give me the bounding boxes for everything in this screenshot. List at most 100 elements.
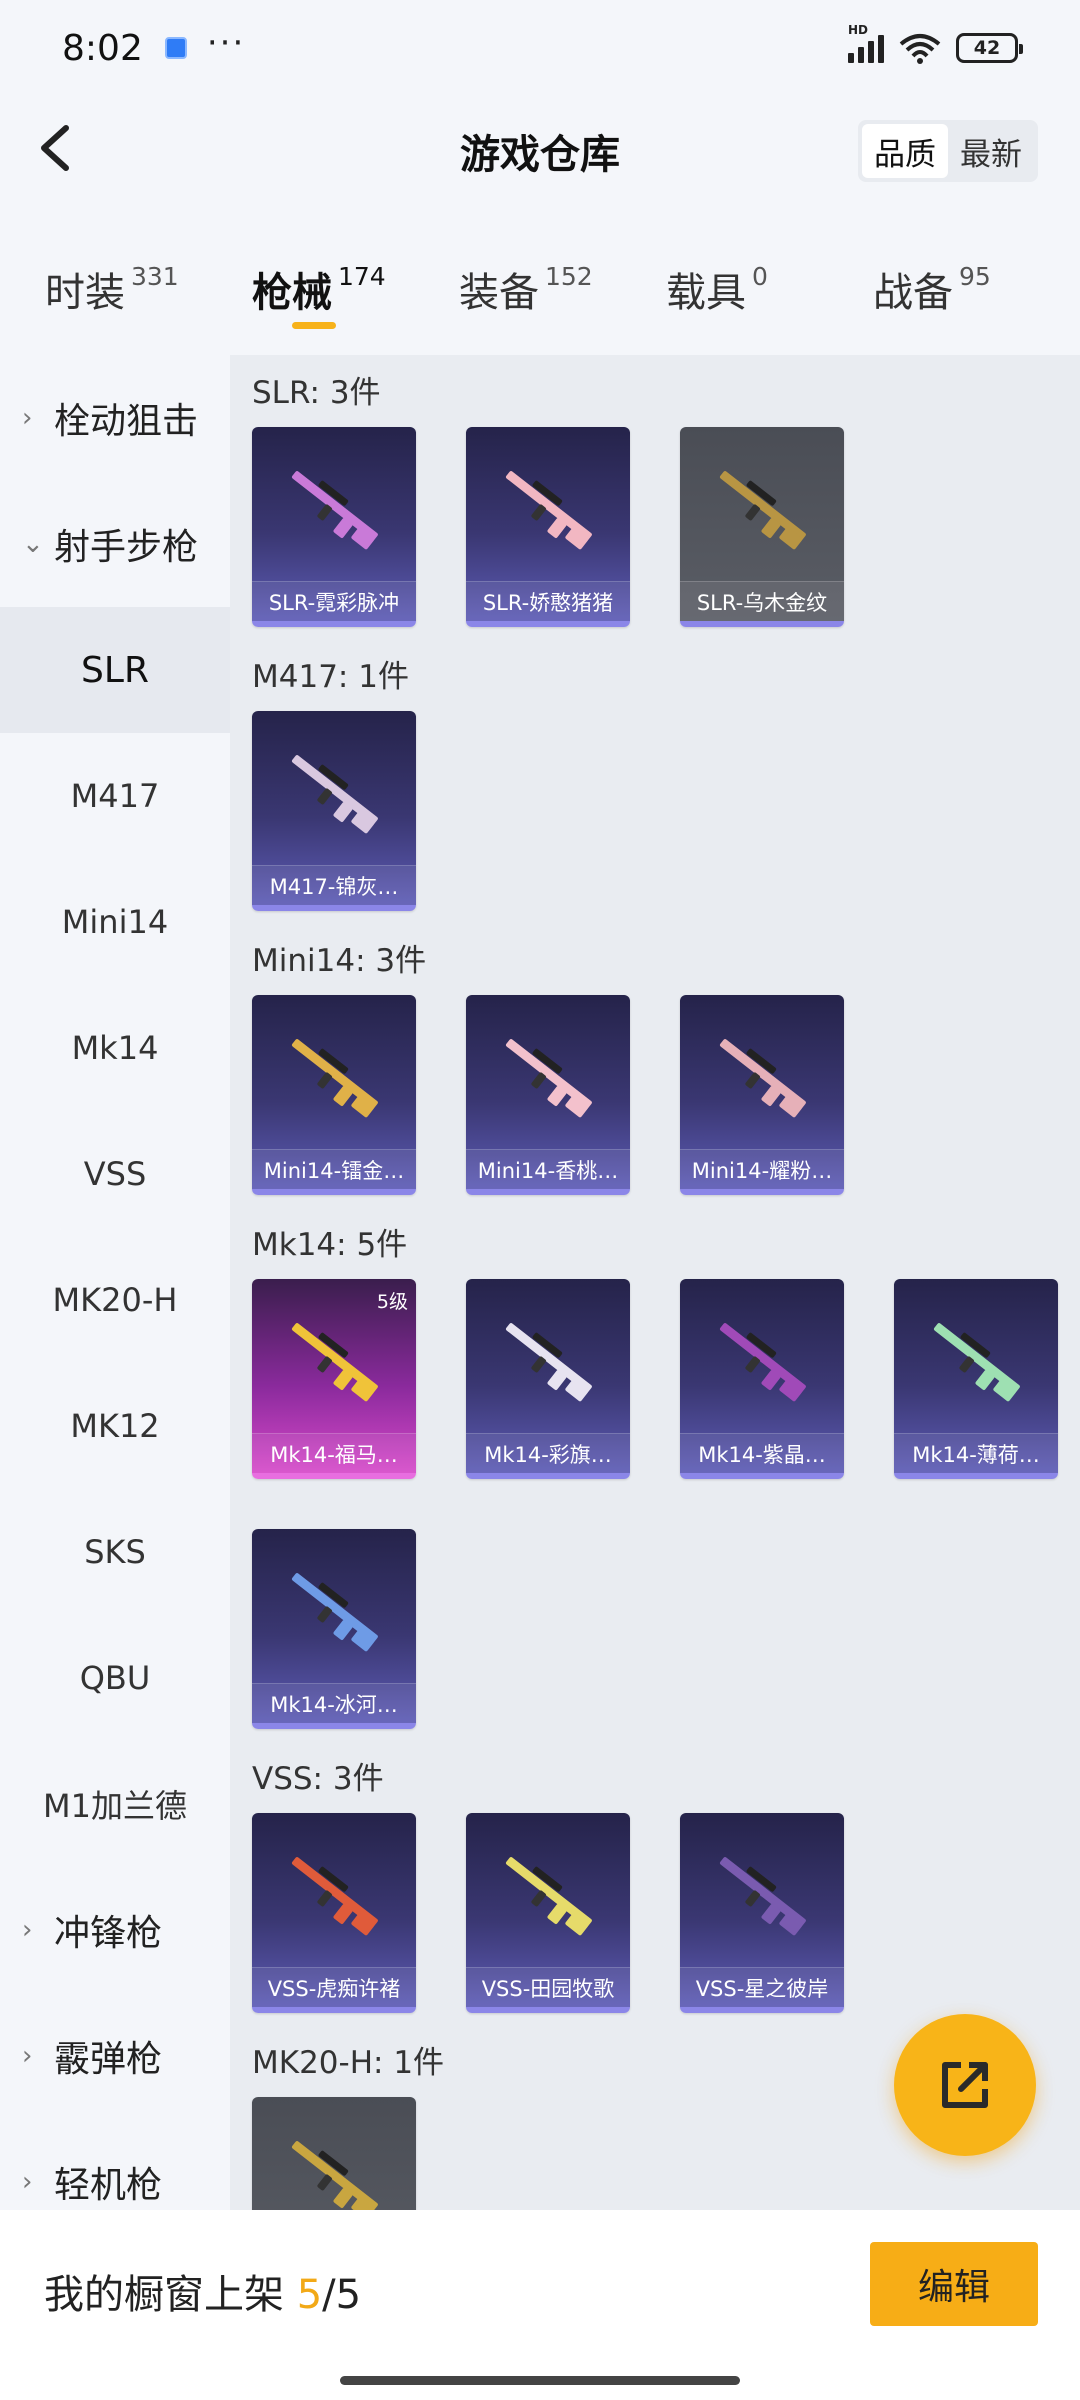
tab-count: 0 xyxy=(752,262,768,291)
weapon-skin-card[interactable]: SLR-霓彩脉冲 xyxy=(252,427,416,627)
weapon-skin-name: SLR-霓彩脉冲 xyxy=(252,581,416,621)
weapon-skin-card[interactable]: Mk14-薄荷… xyxy=(894,1279,1058,1479)
tab-count: 331 xyxy=(131,262,179,291)
tab-label: 装备 xyxy=(459,270,539,316)
sidebar-category[interactable]: ⌄ 射手步枪 xyxy=(0,481,230,607)
tab-label: 载具 xyxy=(666,270,746,316)
sort-quality-button[interactable]: 品质 xyxy=(862,124,948,178)
sidebar-item[interactable]: Mini14 xyxy=(0,859,230,985)
back-icon[interactable] xyxy=(28,118,88,178)
rifle-icon xyxy=(291,755,378,834)
tab-vehicles[interactable]: 载具 0 xyxy=(666,236,873,346)
sidebar-item[interactable]: QBU xyxy=(0,1615,230,1741)
page-header: 游戏仓库 品质 最新 xyxy=(0,96,1080,206)
group-title: MK20-H: 1件 xyxy=(252,2045,445,2081)
weapon-type-sidebar: › 栓动狙击 ⌄ 射手步枪 SLR M417 Mini14 Mk14 VSS MK20-H MK12… xyxy=(0,355,230,2210)
sidebar-item-label: M1加兰德 xyxy=(43,1787,187,1825)
page-title: 游戏仓库 xyxy=(460,132,620,178)
tab-equipment[interactable]: 装备 152 xyxy=(459,236,666,346)
sidebar-item-label: MK12 xyxy=(70,1407,160,1445)
tab-supplies[interactable]: 战备 95 xyxy=(873,236,1080,346)
rifle-icon xyxy=(505,471,592,550)
sidebar-category[interactable]: › 栓动狙击 xyxy=(0,355,230,481)
weapon-skin-name: Mk14-冰河… xyxy=(252,1683,416,1723)
weapon-skin-card[interactable]: Mini14-耀粉… xyxy=(680,995,844,1195)
sidebar-item[interactable]: MK12 xyxy=(0,1363,230,1489)
weapon-skin-card[interactable]: Mini14-香桃… xyxy=(466,995,630,1195)
weapon-skin-name: Mk14-紫晶… xyxy=(680,1433,844,1473)
weapon-skin-name: SLR-乌木金纹 xyxy=(680,581,844,621)
network-type: HD xyxy=(848,23,869,37)
sidebar-item-label: M417 xyxy=(70,777,160,815)
weapon-skin-card[interactable]: SLR-乌木金纹 xyxy=(680,427,844,627)
weapon-skin-name: Mini14-香桃… xyxy=(466,1149,630,1189)
share-button[interactable] xyxy=(894,2014,1036,2156)
tab-costume[interactable]: 时装 331 xyxy=(45,236,252,346)
app-notification-icon xyxy=(164,37,187,59)
rifle-icon xyxy=(933,1323,1020,1402)
tab-count: 95 xyxy=(959,262,991,291)
tab-label: 战备 xyxy=(873,270,953,316)
showcase-status: 我的橱窗上架 5/5 xyxy=(44,2262,361,2320)
showcase-total: /5 xyxy=(322,2272,362,2318)
weapon-skin-name: VSS-星之彼岸 xyxy=(680,1967,844,2007)
rifle-icon xyxy=(291,471,378,550)
weapon-skin-name: Mk14-薄荷… xyxy=(894,1433,1058,1473)
tab-firearms[interactable]: 枪械 174 xyxy=(252,236,459,346)
showcase-current: 5 xyxy=(296,2272,323,2318)
sidebar-item[interactable]: SKS xyxy=(0,1489,230,1615)
more-notifications-icon: ··· xyxy=(206,23,246,63)
rifle-icon xyxy=(719,1039,806,1118)
weapon-skin-card[interactable]: VSS-田园牧歌 xyxy=(466,1813,630,2013)
rifle-icon xyxy=(291,2141,378,2210)
weapon-skin-card[interactable]: Mini14-镭金… xyxy=(252,995,416,1195)
rifle-icon xyxy=(719,1323,806,1402)
chevron-down-icon: ⌄ xyxy=(22,529,44,559)
sidebar-item-label: MK20-H xyxy=(52,1281,178,1319)
weapon-skin-card[interactable]: M417-锦灰… xyxy=(252,711,416,911)
weapon-skin-card[interactable]: Mk14-冰河… xyxy=(252,1529,416,1729)
sidebar-category[interactable]: › 冲锋枪 xyxy=(0,1867,230,1993)
group-title: Mini14: 3件 xyxy=(252,943,427,979)
weapon-skin-card[interactable]: VSS-星之彼岸 xyxy=(680,1813,844,2013)
rifle-icon xyxy=(291,1857,378,1936)
weapon-skin-name: SLR-娇憨猪猪 xyxy=(466,581,630,621)
sidebar-item-label: QBU xyxy=(79,1659,151,1697)
weapon-skin-name: M417-锦灰… xyxy=(252,865,416,905)
weapon-skin-name: VSS-虎痴许褚 xyxy=(252,1967,416,2007)
rifle-icon xyxy=(291,1573,378,1652)
group-title: M417: 1件 xyxy=(252,659,409,695)
sidebar-item[interactable]: M1加兰德 xyxy=(0,1741,230,1867)
tab-label: 时装 xyxy=(45,270,125,316)
home-indicator[interactable] xyxy=(340,2376,740,2385)
sidebar-item-label: 霰弹枪 xyxy=(54,2039,163,2080)
level-badge: 5级 xyxy=(376,1291,408,1313)
weapon-skin-card[interactable]: Mk14-彩旗… xyxy=(466,1279,630,1479)
chevron-right-icon: › xyxy=(22,2041,33,2071)
weapon-skin-card[interactable] xyxy=(252,2097,416,2210)
sidebar-item[interactable]: M417 xyxy=(0,733,230,859)
sidebar-item[interactable]: MK20-H xyxy=(0,1237,230,1363)
sidebar-item-label: 栓动狙击 xyxy=(54,401,199,442)
sidebar-item-label: VSS xyxy=(83,1155,147,1193)
sidebar-category[interactable]: › 霰弹枪 xyxy=(0,1993,230,2119)
weapon-skin-name: VSS-田园牧歌 xyxy=(466,1967,630,2007)
weapon-skin-card[interactable]: 5级 Mk14-福马… xyxy=(252,1279,416,1479)
tab-label: 枪械 xyxy=(252,270,332,316)
weapon-skin-name: Mk14-彩旗… xyxy=(466,1433,630,1473)
weapon-skin-card[interactable]: SLR-娇憨猪猪 xyxy=(466,427,630,627)
sidebar-item[interactable]: SLR xyxy=(0,607,230,733)
weapon-skin-card[interactable]: Mk14-紫晶… xyxy=(680,1279,844,1479)
rifle-icon xyxy=(505,1857,592,1936)
sort-latest-button[interactable]: 最新 xyxy=(948,124,1034,178)
group-title: Mk14: 5件 xyxy=(252,1227,408,1263)
group-title: VSS: 3件 xyxy=(252,1761,384,1797)
sidebar-item[interactable]: VSS xyxy=(0,1111,230,1237)
weapon-skin-card[interactable]: VSS-虎痴许褚 xyxy=(252,1813,416,2013)
sort-toggle: 品质 最新 xyxy=(858,120,1038,182)
weapon-skin-name: Mini14-耀粉… xyxy=(680,1149,844,1189)
chevron-right-icon: › xyxy=(22,1915,33,1945)
edit-button[interactable]: 编辑 xyxy=(870,2242,1038,2326)
sidebar-item[interactable]: Mk14 xyxy=(0,985,230,1111)
signal-icon: HD xyxy=(848,23,884,63)
